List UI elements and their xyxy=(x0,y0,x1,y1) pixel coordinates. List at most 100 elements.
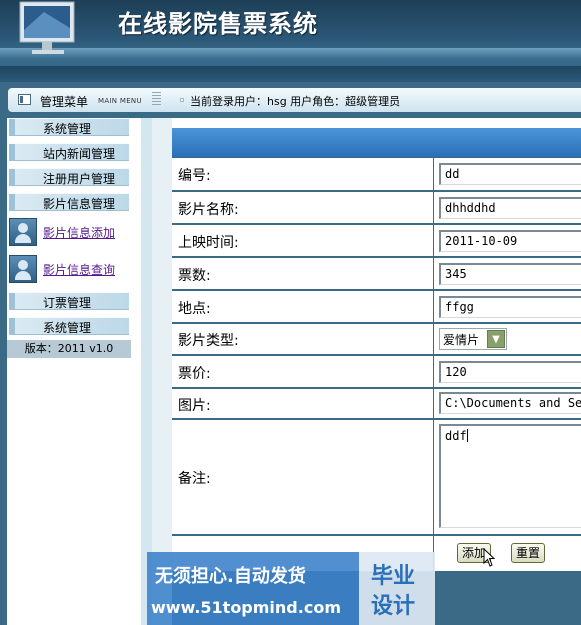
field-label: 上映时间: xyxy=(178,235,239,251)
form-value-cell: ddf xyxy=(435,420,581,534)
menu-sublabel: MAIN MENU xyxy=(98,97,142,105)
sidebar-item-system-2[interactable]: 系统管理 xyxy=(9,317,129,335)
user-info: 当前登录用户：hsg 用户角色：超级管理员 xyxy=(190,95,401,108)
mouse-cursor-icon xyxy=(483,548,495,567)
form-value-cell: 2011-10-09 xyxy=(435,225,581,256)
form-row-price: 票价: 120 xyxy=(172,356,581,388)
sidebar-item-movies[interactable]: 影片信息管理 xyxy=(9,193,129,211)
sidebar-item-label: 订票管理 xyxy=(43,296,92,310)
form-row-genre: 影片类型: 爱情片 ▼ xyxy=(172,324,581,355)
sidebar-item-label: 影片信息管理 xyxy=(43,197,116,211)
sidebar-item-label: 注册用户管理 xyxy=(43,172,116,186)
sidebar-item-label: 系统管理 xyxy=(43,321,92,335)
sidebar-item-label: 系统管理 xyxy=(43,122,92,136)
movie-name-input[interactable]: dhhddhd xyxy=(439,197,581,219)
menu-bar-cap xyxy=(9,119,15,135)
location-input[interactable]: ffgg xyxy=(439,296,581,318)
form-value-cell: C:\Documents and Set xyxy=(435,389,581,418)
field-label: 图片: xyxy=(178,398,211,414)
form-value-cell: 添加 重置 xyxy=(435,536,581,571)
id-input[interactable]: dd xyxy=(439,163,581,185)
form-row-id: 编号: dd xyxy=(172,158,581,191)
menu-bar-cap xyxy=(9,318,15,334)
field-label: 票数: xyxy=(178,268,211,284)
form-row-name: 影片名称: dhhddhd xyxy=(172,192,581,224)
form-label-cell: 票价: xyxy=(172,356,434,387)
menu-bar-cap xyxy=(9,194,15,210)
menu-bar-cap xyxy=(9,169,15,185)
form-row-ticket-count: 票数: 345 xyxy=(172,258,581,290)
main-content: 编号: dd 影片名称: dhhddhd 上映时间: 2011-10-09 票数… xyxy=(152,118,581,625)
field-label: 影片名称: xyxy=(178,202,239,218)
form-label-cell: 影片类型: xyxy=(172,324,434,354)
sidebar-link-add-movie[interactable]: 影片信息添加 xyxy=(9,218,139,248)
form-row-image: 图片: C:\Documents and Set xyxy=(172,389,581,419)
price-input[interactable]: 120 xyxy=(439,361,581,383)
sidebar-item-news[interactable]: 站内新闻管理 xyxy=(9,143,129,161)
user-icon xyxy=(9,255,37,283)
form-row-location: 地点: ffgg xyxy=(172,291,581,323)
menu-icon xyxy=(18,94,31,105)
form-header xyxy=(172,128,581,157)
watermark: 无须担心.自动发货 www.51topmind.com 毕业 设计 xyxy=(147,552,435,625)
remark-text: ddf xyxy=(445,429,467,443)
form-row-remark: 备注: ddf xyxy=(172,420,581,535)
sidebar-item-system[interactable]: 系统管理 xyxy=(9,118,129,136)
bullet-icon xyxy=(180,98,184,102)
header-banner: 在线影院售票系统 xyxy=(0,0,581,82)
sidebar-item-users[interactable]: 注册用户管理 xyxy=(9,168,129,186)
menu-label: 管理菜单 xyxy=(40,95,89,109)
dropdown-arrow-icon[interactable]: ▼ xyxy=(487,330,505,348)
form-value-cell: 120 xyxy=(435,356,581,387)
sidebar-item-tickets[interactable]: 订票管理 xyxy=(9,292,129,310)
remark-textarea[interactable]: ddf xyxy=(439,424,581,528)
image-file-input[interactable]: C:\Documents and Set xyxy=(439,392,581,414)
user-icon xyxy=(9,218,37,246)
field-label: 地点: xyxy=(178,301,211,317)
form-label-cell: 上映时间: xyxy=(172,225,434,256)
form-value-cell: 爱情片 ▼ xyxy=(435,324,581,354)
field-label: 备注: xyxy=(178,471,211,487)
watermark-url: www.51topmind.com xyxy=(151,598,341,617)
form-value-cell: 345 xyxy=(435,258,581,289)
version-label: 版本：2011 v1.0 xyxy=(7,340,131,358)
sidebar-item-label: 站内新闻管理 xyxy=(43,147,116,161)
movie-form: 编号: dd 影片名称: dhhddhd 上映时间: 2011-10-09 票数… xyxy=(172,128,581,625)
app-title: 在线影院售票系统 xyxy=(118,9,318,38)
reset-button[interactable]: 重置 xyxy=(511,543,546,563)
ticket-count-input[interactable]: 345 xyxy=(439,263,581,285)
form-value-cell: dhhddhd xyxy=(435,192,581,223)
form-row-release-date: 上映时间: 2011-10-09 xyxy=(172,225,581,257)
form-value-cell: dd xyxy=(435,158,581,190)
genre-select-value: 爱情片 xyxy=(443,333,480,347)
sidebar-scrollbar[interactable] xyxy=(141,118,152,625)
menu-bar-cap xyxy=(9,293,15,309)
content-gutter xyxy=(152,118,172,625)
form-label-cell: 图片: xyxy=(172,389,434,418)
form-label-cell: 地点: xyxy=(172,291,434,322)
text-caret xyxy=(466,429,468,442)
field-label: 编号: xyxy=(178,168,211,184)
sidebar-frame: 系统管理 站内新闻管理 注册用户管理 影片信息管理 影片信息添加 影片信息查询 … xyxy=(0,118,152,625)
banner-strip xyxy=(0,48,581,58)
top-bar-inner: 管理菜单 MAIN MENU 当前登录用户：hsg 用户角色：超级管理员 xyxy=(8,88,581,112)
field-label: 票价: xyxy=(178,366,211,382)
form-label-cell: 备注: xyxy=(172,420,434,534)
watermark-box-text1: 毕业 xyxy=(371,564,416,589)
query-movie-link[interactable]: 影片信息查询 xyxy=(43,261,115,278)
genre-select[interactable]: 爱情片 ▼ xyxy=(439,328,507,350)
banner-lower xyxy=(0,66,581,82)
watermark-line1: 无须担心.自动发货 xyxy=(155,566,306,587)
form-label-cell: 影片名称: xyxy=(172,192,434,223)
release-date-input[interactable]: 2011-10-09 xyxy=(439,230,581,252)
menu-toggle-icon[interactable] xyxy=(152,92,161,106)
top-bar: 管理菜单 MAIN MENU 当前登录用户：hsg 用户角色：超级管理员 xyxy=(0,82,581,118)
monitor-logo-icon xyxy=(19,1,75,54)
menu-bar-cap xyxy=(9,144,15,160)
watermark-box-text2: 设计 xyxy=(371,594,416,619)
field-label: 影片类型: xyxy=(178,333,239,349)
form-value-cell: ffgg xyxy=(435,291,581,322)
form-label-cell: 编号: xyxy=(172,158,434,190)
sidebar-link-query-movie[interactable]: 影片信息查询 xyxy=(9,255,139,285)
add-movie-link[interactable]: 影片信息添加 xyxy=(43,224,115,241)
